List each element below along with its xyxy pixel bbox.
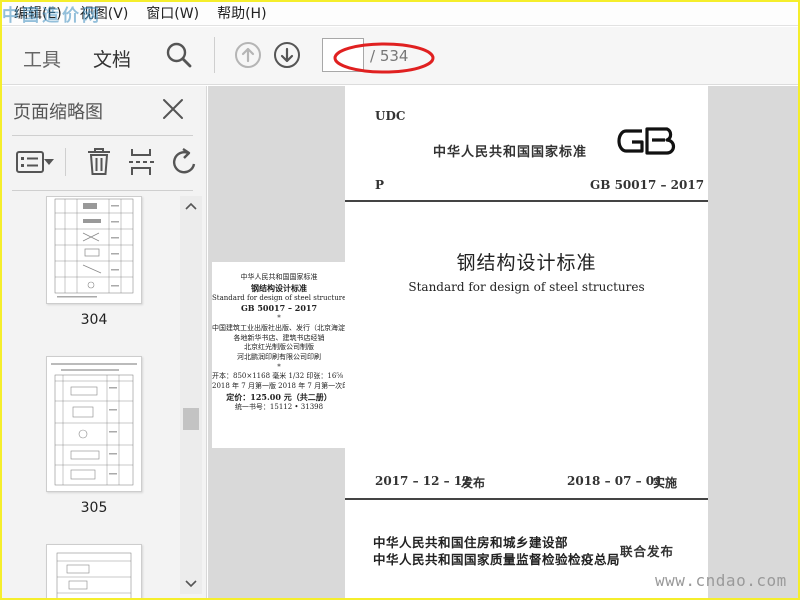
colophon-line: * (277, 362, 281, 371)
thumbnail-page-number: 304 (80, 312, 108, 328)
standard-number: GB 50017 – 2017 (590, 178, 705, 192)
title-english: Standard for design of steel structures (408, 280, 645, 294)
delete-icon[interactable] (87, 147, 111, 175)
sidebar-title: 页面缩略图 (13, 102, 103, 123)
dropdown-arrow-icon[interactable] (44, 159, 54, 166)
thumbnail-page-number: 305 (80, 500, 108, 516)
document-view[interactable]: 中华人民共和国国家标准 钢结构设计标准 Standard for design … (208, 86, 798, 598)
arrow-up-circle-icon[interactable] (233, 40, 263, 70)
scroll-up-icon[interactable] (185, 202, 197, 210)
colophon-line: Standard for design of steel structures (212, 293, 346, 302)
cover-rule (345, 498, 708, 500)
menu-window[interactable]: 窗口(W) (137, 2, 208, 26)
rotate-icon[interactable] (170, 148, 198, 176)
joint-release-label: 联合发布 (620, 544, 675, 559)
thumbnail-page[interactable] (46, 196, 142, 304)
watermark-bottom-right: www.cndao.com (655, 571, 787, 590)
colophon-line: 中国建筑工业出版社出版、发行（北京海淀三里河路 9 号） (212, 324, 346, 333)
category-label: P (375, 178, 385, 192)
colophon-line: 钢结构设计标准 (251, 282, 307, 293)
search-icon[interactable] (164, 40, 194, 70)
watermark-top-left: 中国造价网 (2, 6, 102, 26)
sidebar-separator (12, 190, 193, 191)
thumbnail-list: 304 305 (2, 196, 180, 598)
sidebar-toolbar (2, 140, 207, 186)
release-date: 2017 – 12 – 12 (375, 474, 471, 488)
udc-label: UDC (375, 109, 406, 123)
thumbnail-options-icon[interactable] (16, 151, 44, 173)
issuer-aqsiq: 中华人民共和国国家质量监督检验检疫总局 (373, 552, 621, 567)
close-icon[interactable] (162, 98, 184, 120)
colophon-line: 定价：125.00 元（共二册） (226, 391, 332, 402)
sidebar-tool-divider (65, 148, 66, 176)
colophon-line: * (277, 314, 281, 323)
colophon-line: 各地新华书店、建筑书店经销 (233, 333, 325, 342)
effective-label: 实施 (653, 476, 678, 490)
highlight-ellipse (333, 42, 435, 74)
thumbnails-sidebar: 页面缩略图 304 305 (2, 86, 207, 598)
tab-tools[interactable]: 工具 (23, 45, 61, 72)
thumbnail-page[interactable] (46, 356, 142, 492)
colophon-line: 2018 年 7 月第一版 2018 年 7 月第一次印刷 (212, 381, 346, 390)
left-page-colophon: 中华人民共和国国家标准 钢结构设计标准 Standard for design … (212, 262, 346, 448)
cover-page: UDC 中华人民共和国国家标准 GB P GB 50017 – 2017 钢结构… (345, 86, 708, 598)
gb-logo: GB (617, 127, 676, 155)
menu-help[interactable]: 帮助(H) (208, 2, 275, 26)
colophon-line: 开本：850×1168 毫米 1/32 印张：16⅝ 字数：446 千字 (212, 372, 346, 381)
arrow-down-circle-icon[interactable] (272, 40, 302, 70)
national-standard-label: 中华人民共和国国家标准 (433, 145, 588, 160)
scrollbar-thumb[interactable] (183, 408, 199, 430)
colophon-line: 河北鹏润印刷有限公司印刷 (237, 353, 321, 361)
colophon-line: 北京红光制版公司制版 (244, 343, 314, 352)
title-chinese: 钢结构设计标准 (456, 252, 597, 274)
toolbar-divider (214, 37, 215, 73)
tab-document[interactable]: 文档 (93, 45, 131, 72)
scroll-down-icon[interactable] (185, 580, 197, 588)
colophon-line: 中华人民共和国国家标准 (240, 273, 318, 281)
colophon-line: 统一书号：15112 • 31398 (234, 402, 324, 411)
effective-date: 2018 – 07 – 01 (567, 474, 663, 488)
thumbnail-scrollbar[interactable] (180, 196, 202, 594)
colophon-line: GB 50017 – 2017 (240, 303, 318, 314)
extract-pages-icon[interactable] (129, 147, 155, 177)
menu-bar: 编辑(E) 视图(V) 窗口(W) 帮助(H) (2, 2, 798, 26)
cover-rule (345, 200, 708, 202)
thumbnail-page[interactable] (46, 544, 142, 598)
release-label: 发布 (461, 476, 486, 490)
sidebar-separator (12, 135, 193, 136)
